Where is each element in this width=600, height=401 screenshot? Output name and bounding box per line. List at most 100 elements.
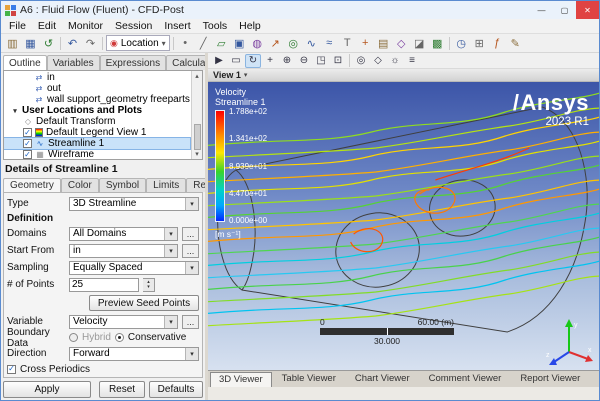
clip-plane-icon[interactable]: ◪ [411,35,428,51]
light-icon[interactable]: ☼ [387,54,403,68]
tab-symbol[interactable]: Symbol [99,178,146,192]
checkbox-checked[interactable] [23,150,32,159]
load-results-icon[interactable]: ▥ [4,35,21,51]
menu-insert[interactable]: Insert [158,20,196,32]
reset-button[interactable]: Reset [99,381,145,398]
tab-variables[interactable]: Variables [47,55,100,70]
tree-scrollbar[interactable]: ▴ ▾ [191,71,202,159]
coord-frame-icon[interactable]: + [357,35,374,51]
tab-report-viewer[interactable]: Report Viewer [511,371,589,387]
tree-item-wireframe[interactable]: ▦ Wireframe [4,149,190,160]
select-box-icon[interactable]: ▭ [228,54,244,68]
legend-units: [m s⁻¹] [215,229,267,240]
zoom-box-icon[interactable]: ◳ [313,54,329,68]
domains-select[interactable]: All Domains [69,227,178,241]
menu-edit[interactable]: Edit [32,20,62,32]
cross-periodics-checkbox[interactable] [7,365,16,374]
sampling-select[interactable]: Equally Spaced [69,261,199,275]
tab-comment-viewer[interactable]: Comment Viewer [420,371,511,387]
maximize-button[interactable]: ▢ [553,1,576,19]
type-value: 3D Streamline [73,198,136,209]
tree-item-default-transform[interactable]: ◇ Default Transform [4,116,190,127]
zoom-out-icon[interactable]: ⊖ [296,54,312,68]
tab-chart-viewer[interactable]: Chart Viewer [346,371,419,387]
menu-session[interactable]: Session [109,20,158,32]
scroll-up-icon[interactable]: ▴ [195,72,199,80]
tree-item-streamline-1[interactable]: ∿ Streamline 1 [4,138,190,149]
scrollbar-thumb[interactable] [194,124,201,150]
checkbox-checked[interactable] [23,139,32,148]
instance-transform-icon[interactable]: ◇ [393,35,410,51]
line-icon[interactable]: ╱ [195,35,212,51]
undo-icon[interactable]: ↶ [64,35,81,51]
tree-item-in[interactable]: ⇄ in [4,72,190,83]
view-selector[interactable]: View 1 ▾ [208,69,599,82]
start-from-select[interactable]: in [69,244,178,258]
particle-track-icon[interactable]: ≈ [321,35,338,51]
hybrid-radio[interactable] [69,333,78,342]
rotate-icon[interactable]: ↻ [245,54,261,68]
volume-icon[interactable]: ▣ [231,35,248,51]
apply-button[interactable]: Apply [3,381,91,398]
fit-view-icon[interactable]: ⊡ [330,54,346,68]
direction-select[interactable]: Forward [69,347,199,361]
probe-icon[interactable]: ▶ [211,54,227,68]
iso-surface-icon[interactable]: ◍ [249,35,266,51]
menu-tools[interactable]: Tools [197,20,234,32]
points-spinner[interactable]: ▴▾ [143,278,155,292]
status-bar [208,387,599,400]
location-dropdown[interactable]: ◉ Location ▾ [106,35,170,51]
close-button[interactable]: ✕ [576,1,599,19]
timestep-clock-icon[interactable]: ◷ [453,35,470,51]
tab-outline[interactable]: Outline [3,55,47,70]
checkbox-checked[interactable] [23,128,32,137]
scroll-down-icon[interactable]: ▾ [195,150,199,158]
perspective-icon[interactable]: ◇ [370,54,386,68]
color-map-icon[interactable]: ▩ [429,35,446,51]
streamline-icon[interactable]: ∿ [303,35,320,51]
caret-down-icon[interactable]: ▾ [11,107,19,115]
calculator-icon[interactable]: ⊞ [471,35,488,51]
text-icon[interactable]: T [339,35,356,51]
tab-geometry[interactable]: Geometry [3,178,61,192]
tree-item-user-locations[interactable]: ▾ User Locations and Plots [4,105,190,116]
menu-file[interactable]: File [3,20,32,32]
tab-expressions[interactable]: Expressions [100,55,166,70]
conservative-radio[interactable] [115,333,124,342]
viewer-options-icon[interactable]: ≡ [404,54,420,68]
defaults-button[interactable]: Defaults [149,381,203,398]
tab-table-viewer[interactable]: Table Viewer [273,371,345,387]
variable-select[interactable]: Velocity [69,315,178,329]
tree-item-wall[interactable]: ⇄ wall support_geometry freeparts [4,94,190,105]
point-icon[interactable]: • [177,35,194,51]
variable-more-button[interactable]: ... [182,315,199,329]
tab-limits[interactable]: Limits [146,178,186,192]
pan-icon[interactable]: + [262,54,278,68]
points-input[interactable] [69,278,139,292]
center-icon[interactable]: ◎ [353,54,369,68]
tree-item-out[interactable]: ⇄ out [4,83,190,94]
scale-ruler: 0 60.00 (m) 30.000 [320,317,454,346]
viewer-canvas[interactable]: Velocity Streamline 1 1.788e+02 1.341e+0… [208,82,599,370]
menu-monitor[interactable]: Monitor [62,20,109,32]
preview-seed-points-button[interactable]: Preview Seed Points [89,295,199,311]
refresh-icon[interactable]: ↺ [40,35,57,51]
legend-icon[interactable]: ▤ [375,35,392,51]
type-select[interactable]: 3D Streamline [69,197,199,211]
domains-more-button[interactable]: ... [182,227,199,241]
save-state-icon[interactable]: ▦ [22,35,39,51]
plane-icon[interactable]: ▱ [213,35,230,51]
tree-item-default-legend[interactable]: Default Legend View 1 [4,127,190,138]
vector-icon[interactable]: ↗ [267,35,284,51]
start-from-more-button[interactable]: ... [182,244,199,258]
tab-3d-viewer[interactable]: 3D Viewer [210,372,272,387]
minimize-button[interactable]: — [530,1,553,19]
contour-icon[interactable]: ◎ [285,35,302,51]
redo-icon[interactable]: ↷ [82,35,99,51]
macro-icon[interactable]: ✎ [507,35,524,51]
zoom-in-icon[interactable]: ⊕ [279,54,295,68]
expressions-icon[interactable]: ƒ [489,35,506,51]
ruler-min-label: 0 [320,317,325,327]
menu-help[interactable]: Help [233,20,267,32]
tab-color[interactable]: Color [61,178,99,192]
